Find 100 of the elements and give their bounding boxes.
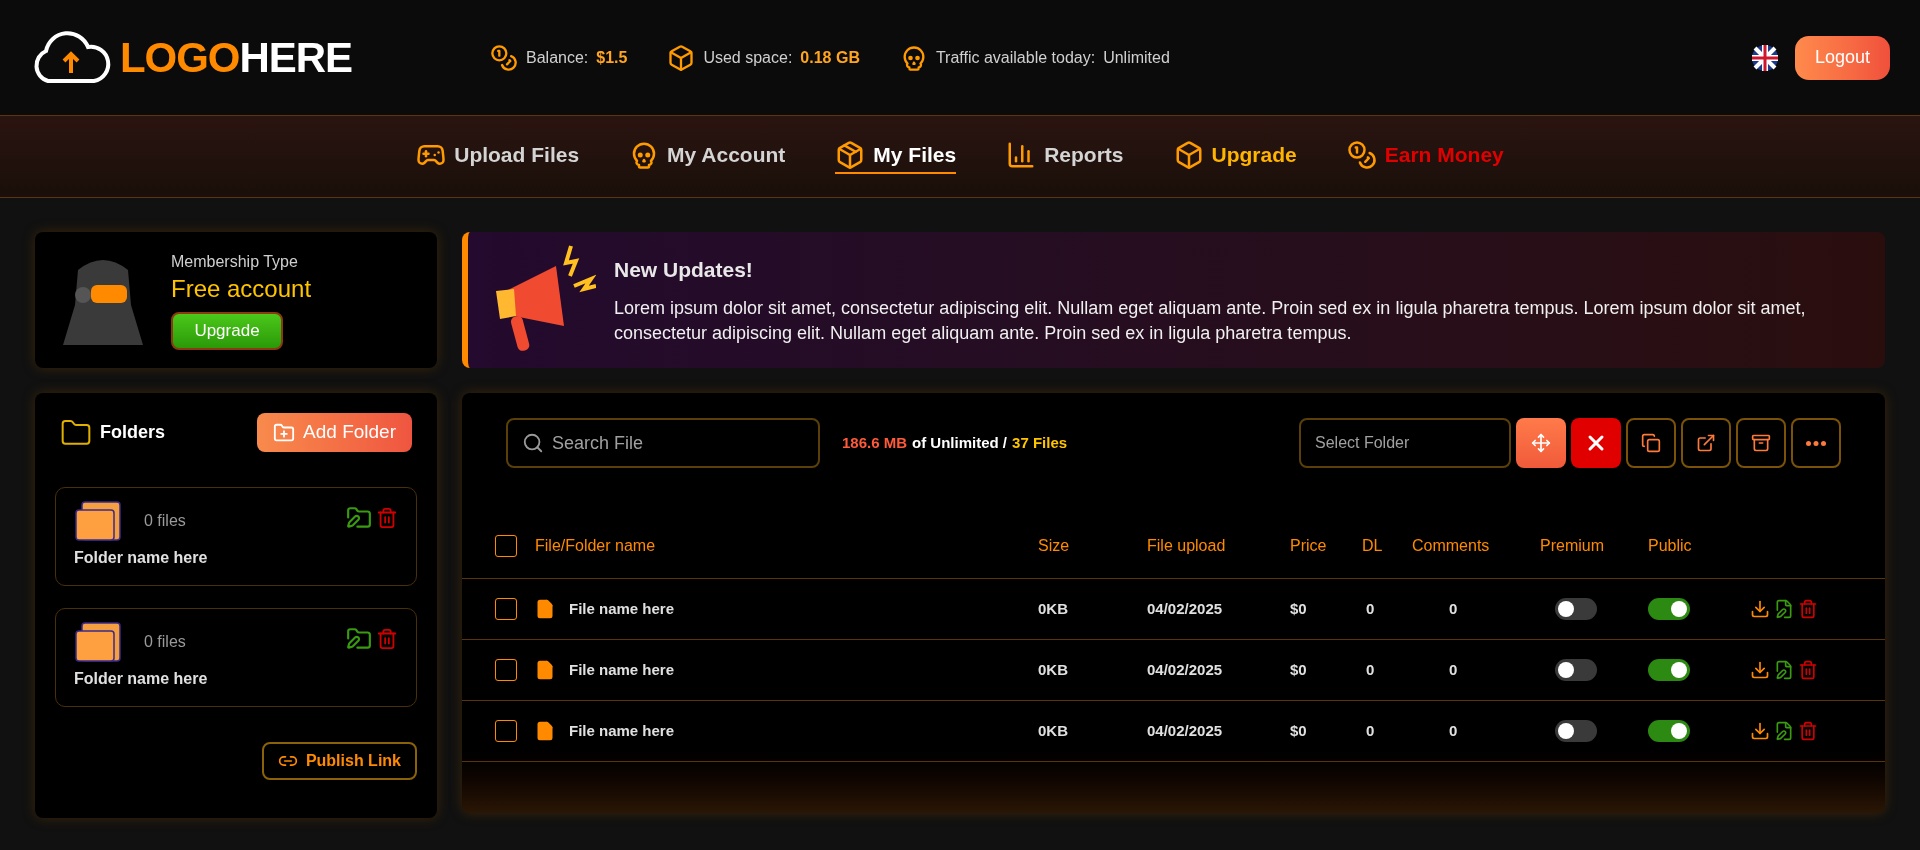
more-icon <box>1806 440 1826 446</box>
file-name: File name here <box>569 659 675 680</box>
nav-tab[interactable]: Upload Files <box>416 138 580 175</box>
file-name: File name here <box>569 598 675 619</box>
file-row[interactable]: File name here 0KB 04/02/2025 $0 0 0 <box>462 701 1885 762</box>
stat-label: Traffic available today: <box>935 47 1096 68</box>
file-count: 0 files <box>144 511 186 531</box>
nav-tab[interactable]: Earn Money <box>1346 138 1504 175</box>
membership-type: Free account <box>171 274 312 304</box>
stat-value: $1.5 <box>596 47 628 68</box>
download-icon[interactable] <box>1750 721 1770 741</box>
updates-title: New Updates! <box>614 257 754 284</box>
external-link-icon <box>1696 433 1716 453</box>
column-header: Public <box>1648 535 1693 556</box>
file-icon <box>535 660 555 680</box>
toggle-switch[interactable] <box>1648 598 1690 620</box>
checkbox[interactable] <box>495 534 517 557</box>
download-icon[interactable] <box>1750 599 1770 619</box>
external-link-button[interactable] <box>1681 418 1731 468</box>
archive-button[interactable] <box>1736 418 1786 468</box>
file-name: File name here <box>569 720 675 741</box>
folder-plus-icon <box>273 421 296 444</box>
edit-file-icon[interactable] <box>1774 721 1794 741</box>
file-icon <box>535 599 555 619</box>
delete-icon[interactable] <box>1798 599 1818 619</box>
folders-title: Folders <box>100 421 165 444</box>
logo-text: LOGOHERE <box>120 33 352 83</box>
checkbox[interactable] <box>495 659 517 681</box>
edit-folder-icon[interactable] <box>346 505 372 531</box>
comment-count: 0 <box>1448 720 1459 741</box>
checkbox[interactable] <box>495 720 517 742</box>
folder-name: Folder name here <box>74 548 209 568</box>
file-size: 0KB <box>1038 598 1069 619</box>
column-header: File/Folder name <box>535 535 657 556</box>
delete-icon[interactable] <box>1798 660 1818 680</box>
download-count: 0 <box>1365 659 1376 680</box>
delete-icon[interactable] <box>376 507 398 529</box>
folder-icon <box>74 500 122 542</box>
copy-button[interactable] <box>1626 418 1676 468</box>
file-size: 0KB <box>1038 720 1069 741</box>
column-header: DL <box>1362 535 1383 556</box>
folder-icon <box>74 621 122 663</box>
comment-count: 0 <box>1448 659 1459 680</box>
search-icon <box>522 432 544 454</box>
stat-label: Used space: <box>703 47 793 68</box>
file-price: $0 <box>1290 720 1308 741</box>
download-count: 0 <box>1365 598 1376 619</box>
edit-folder-icon[interactable] <box>346 626 372 652</box>
stat-value: 0.18 GB <box>800 47 860 68</box>
nav-tab[interactable]: My Files <box>835 138 957 175</box>
flag-icon <box>1750 43 1779 72</box>
upload-date: 04/02/2025 <box>1147 720 1224 741</box>
nav-tab[interactable]: My Account <box>629 138 786 175</box>
delete-icon[interactable] <box>1798 721 1818 741</box>
column-header: Premium <box>1540 535 1605 556</box>
close-button[interactable] <box>1571 418 1621 468</box>
folder-item[interactable]: 0 files Folder name here <box>55 487 417 586</box>
column-header: File upload <box>1147 535 1227 556</box>
toggle-switch[interactable] <box>1648 720 1690 742</box>
folder-select[interactable]: Select Folder <box>1299 418 1511 468</box>
usage-limit: of Unlimited / <box>912 432 1008 453</box>
edit-file-icon[interactable] <box>1774 599 1794 619</box>
stat-label: Balance: <box>526 47 589 68</box>
toggle-switch[interactable] <box>1648 659 1690 681</box>
upload-date: 04/02/2025 <box>1147 598 1224 619</box>
delete-icon[interactable] <box>376 628 398 650</box>
file-row[interactable]: File name here 0KB 04/02/2025 $0 0 0 <box>462 640 1885 701</box>
membership-label: Membership Type <box>171 252 299 272</box>
move-icon <box>1531 433 1551 453</box>
updates-text: Lorem ipsum dolor sit amet, consectetur adipiscing elit. Nullam eget aliquam ante. Proin sed ex in ligula pharetra tempus. Lorem ipsum dolor sit amet, consectetur adipiscing elit. Nullam eget aliquam ante. Proin sed ex in ligula pharetra tempus. <box>614 296 1807 345</box>
more-button[interactable] <box>1791 418 1841 468</box>
publish-link-button[interactable]: Publish Link <box>261 742 417 780</box>
stat-value: Unlimited <box>1103 47 1170 68</box>
file-size: 0KB <box>1038 659 1069 680</box>
upload-date: 04/02/2025 <box>1147 659 1224 680</box>
comment-count: 0 <box>1448 598 1459 619</box>
file-icon <box>535 721 555 741</box>
move-button[interactable] <box>1516 418 1566 468</box>
folder-name: Folder name here <box>74 669 209 689</box>
toggle-switch[interactable] <box>1555 598 1597 620</box>
edit-file-icon[interactable] <box>1774 660 1794 680</box>
search-field[interactable]: Search File <box>506 418 820 468</box>
nav-tab[interactable]: Reports <box>1006 138 1124 175</box>
toggle-switch[interactable] <box>1555 720 1597 742</box>
folder-item[interactable]: 0 files Folder name here <box>55 608 417 707</box>
checkbox[interactable] <box>495 598 517 620</box>
download-count: 0 <box>1365 720 1376 741</box>
file-row[interactable]: File name here 0KB 04/02/2025 $0 0 0 <box>462 579 1885 640</box>
file-price: $0 <box>1290 598 1308 619</box>
archive-icon <box>1751 433 1771 453</box>
file-count: 0 files <box>144 632 186 652</box>
used-size: 186.6 MB <box>842 432 908 453</box>
file-total: 37 Files <box>1012 432 1068 453</box>
column-header: Comments <box>1412 535 1490 556</box>
copy-icon <box>1641 433 1661 453</box>
download-icon[interactable] <box>1750 660 1770 680</box>
toggle-switch[interactable] <box>1555 659 1597 681</box>
column-header: Size <box>1038 535 1071 556</box>
nav-tab[interactable]: Upgrade <box>1173 138 1297 175</box>
file-price: $0 <box>1290 659 1308 680</box>
